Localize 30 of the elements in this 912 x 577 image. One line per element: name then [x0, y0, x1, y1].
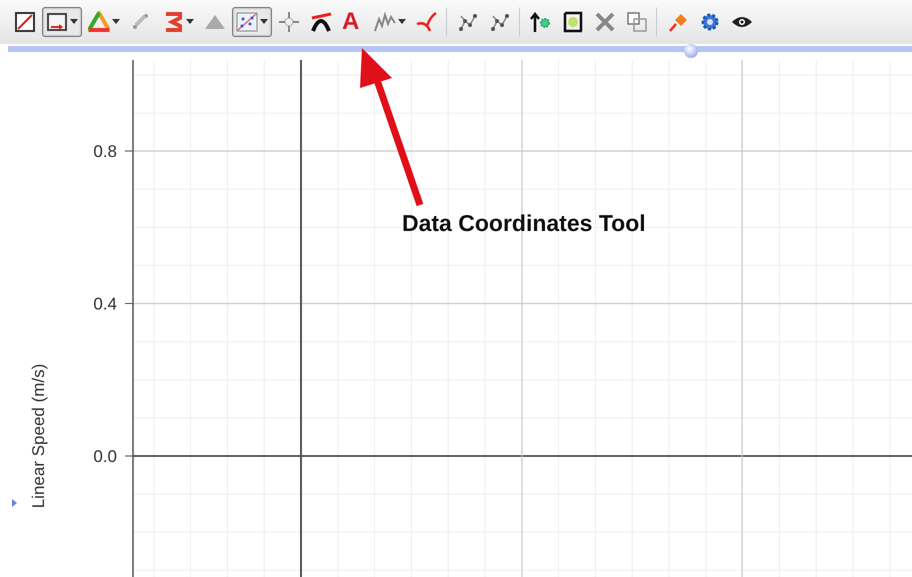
- pin-icon: [667, 11, 689, 33]
- annotation-label: Data Coordinates Tool: [402, 210, 646, 237]
- axis-title: Linear Speed (m/s): [29, 364, 48, 508]
- axis-tick-label: 0.8: [93, 142, 117, 161]
- caret-icon: [398, 19, 406, 25]
- noisy-line-icon: [374, 11, 396, 33]
- settings-icon: [699, 11, 721, 33]
- connected-points-icon: [457, 11, 479, 33]
- graph-box-icon: [46, 11, 68, 33]
- scatter-plot-icon: [236, 11, 258, 33]
- arrow-burst-icon: [530, 11, 552, 33]
- axis-tick-label: 0.0: [93, 447, 117, 466]
- connected-points-icon: [489, 11, 511, 33]
- overlapping-squares-icon: [626, 11, 648, 33]
- caret-icon: [260, 19, 268, 25]
- scroll-marker-icon: [12, 499, 17, 507]
- triangle-icon: [88, 11, 110, 33]
- curve-icon: [416, 11, 438, 33]
- caret-icon: [112, 19, 120, 25]
- slider-handle[interactable]: [684, 44, 698, 58]
- delete-icon: [594, 11, 616, 33]
- caret-icon: [186, 19, 194, 25]
- frame-burst-icon: [562, 11, 584, 33]
- chart-box-icon: [14, 11, 36, 33]
- crosshair-icon: [278, 11, 300, 33]
- toolbar-button[interactable]: A: [338, 7, 368, 37]
- axis-tick-label: 0.4: [93, 294, 117, 314]
- tangent-curve-icon: [310, 11, 332, 33]
- caret-icon: [70, 19, 78, 25]
- toolbar-button[interactable]: [42, 7, 82, 37]
